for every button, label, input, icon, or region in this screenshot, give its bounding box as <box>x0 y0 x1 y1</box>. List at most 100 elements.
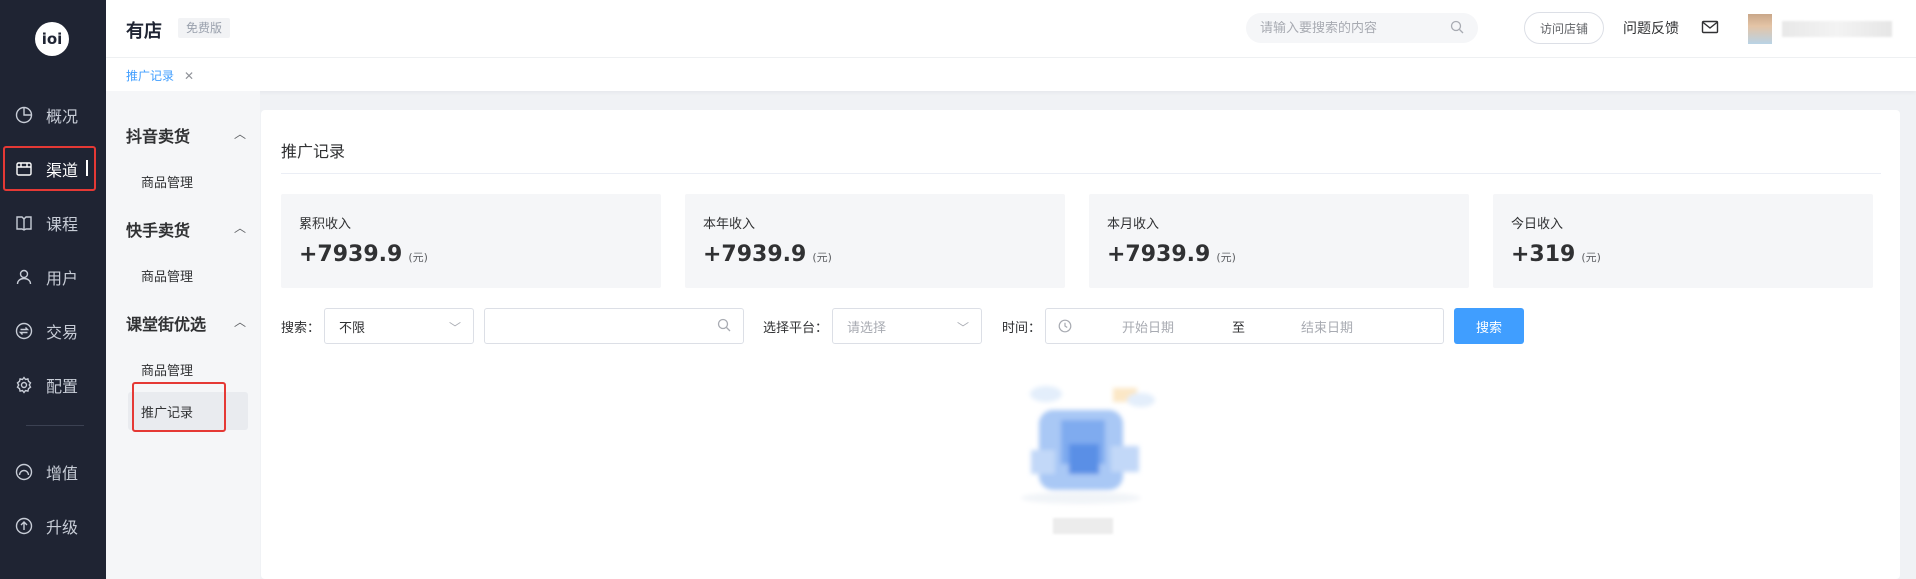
stat-label: 本月收入 <box>1107 217 1160 232</box>
global-search-input[interactable] <box>1260 20 1450 36</box>
sidebar-item-douyin-products[interactable]: 商品管理 <box>141 172 193 191</box>
chevron-down-icon: ﹀ <box>956 321 969 335</box>
sidebar-group-douyin[interactable]: 抖音卖货 ︿ <box>126 123 246 147</box>
stat-value: +319 (元) <box>1511 242 1601 267</box>
secondary-nav: 增值 升级 <box>0 445 106 553</box>
stat-card-total-income: 累积收入 +7939.9 (元) <box>281 194 661 288</box>
channel-sidebar: 抖音卖货 ︿ 商品管理 快手卖货 ︿ 商品管理 课堂街优选 ︿ 商品管理 推广记… <box>106 91 260 579</box>
date-range-picker[interactable]: 开始日期 至 结束日期 <box>1045 308 1444 344</box>
app-logo[interactable]: ioi <box>35 22 69 56</box>
gauge-icon <box>14 462 34 482</box>
end-date-placeholder[interactable]: 结束日期 <box>1301 317 1353 336</box>
main-content-card: 推广记录 累积收入 +7939.9 (元) 本年收入 +7939.9 (元) 本月收… <box>261 110 1900 579</box>
empty-state-illustration <box>1021 386 1155 504</box>
sidebar-group-ketangjie[interactable]: 课堂街优选 ︿ <box>126 311 246 335</box>
plan-badge: 免费版 <box>178 18 231 38</box>
platform-select[interactable]: 请选择 ﹀ <box>832 308 982 344</box>
stat-card-year-income: 本年收入 +7939.9 (元) <box>685 194 1065 288</box>
search-type-select[interactable]: 不限 ﹀ <box>324 308 474 344</box>
chevron-up-icon: ︿ <box>233 221 246 235</box>
sidebar-group-title: 抖音卖货 <box>126 127 191 146</box>
nav-item-label: 增值 <box>46 464 79 483</box>
nav-item-trade[interactable]: 交易 <box>0 304 106 358</box>
clock-icon <box>1058 319 1072 333</box>
user-name-blurred[interactable] <box>1782 21 1892 37</box>
stat-label: 累积收入 <box>299 217 352 232</box>
chevron-up-icon: ︿ <box>233 315 246 329</box>
visit-store-button[interactable]: 访问店铺 <box>1524 12 1604 44</box>
empty-state-text-blurred <box>1053 518 1113 534</box>
nav-item-upgrade[interactable]: 升级 <box>0 499 106 553</box>
platform-placeholder: 请选择 <box>847 320 887 336</box>
book-icon <box>14 213 34 233</box>
global-search[interactable] <box>1246 13 1478 43</box>
chevron-up-icon: ︿ <box>233 127 246 141</box>
sidebar-group-title: 课堂街优选 <box>126 315 207 334</box>
search-button[interactable]: 搜索 <box>1454 308 1524 344</box>
keyword-input[interactable] <box>484 308 744 344</box>
nav-divider <box>26 425 84 426</box>
nav-item-label: 概况 <box>46 107 79 126</box>
stat-value: +7939.9 (元) <box>299 242 428 267</box>
annotation-highlight-box <box>132 382 226 432</box>
pie-chart-icon <box>14 105 34 125</box>
platform-label: 选择平台： <box>763 321 829 336</box>
brand-name: 有店 <box>126 21 162 42</box>
stat-amount: +7939.9 <box>299 242 403 267</box>
stat-value: +7939.9 (元) <box>1107 242 1236 267</box>
nav-item-label: 课程 <box>46 215 79 234</box>
avatar[interactable] <box>1748 14 1772 44</box>
search-type-value: 不限 <box>339 320 366 336</box>
active-indicator <box>86 160 88 176</box>
time-label: 时间： <box>1002 321 1042 336</box>
sidebar-item-kuaishou-products[interactable]: 商品管理 <box>141 266 193 285</box>
page-tabs: 推广记录 ✕ <box>106 58 1916 91</box>
gear-icon <box>14 375 34 395</box>
stat-unit: (元) <box>1216 251 1236 264</box>
mail-icon[interactable] <box>1700 17 1720 37</box>
sidebar-group-title: 快手卖货 <box>126 221 191 240</box>
nav-item-label: 配置 <box>46 377 79 396</box>
stat-label: 本年收入 <box>703 217 756 232</box>
page-title: 推广记录 <box>281 142 346 161</box>
nav-item-channel[interactable]: 渠道 <box>0 142 106 196</box>
tab-promotion-record[interactable]: 推广记录 ✕ <box>126 67 194 84</box>
arrow-up-circle-icon <box>14 516 34 536</box>
nav-item-config[interactable]: 配置 <box>0 358 106 412</box>
date-range-separator: 至 <box>1232 320 1246 336</box>
search-label: 搜索： <box>281 321 321 336</box>
nav-item-label: 升级 <box>46 518 79 537</box>
user-icon <box>14 267 34 287</box>
start-date-placeholder[interactable]: 开始日期 <box>1122 317 1232 336</box>
main-navigation-rail: ioi 概况 渠道 课程 用户 交易 配置 增值 升级 <box>0 0 106 579</box>
stat-unit: (元) <box>1581 251 1601 264</box>
primary-nav: 概况 渠道 课程 用户 交易 配置 <box>0 88 106 412</box>
feedback-link[interactable]: 问题反馈 <box>1623 18 1679 38</box>
search-icon[interactable] <box>717 318 731 336</box>
nav-item-course[interactable]: 课程 <box>0 196 106 250</box>
stat-unit: (元) <box>408 251 428 264</box>
stat-card-month-income: 本月收入 +7939.9 (元) <box>1089 194 1469 288</box>
annotation-highlight-box <box>3 146 96 191</box>
stat-amount: +319 <box>1511 242 1576 267</box>
nav-item-overview[interactable]: 概况 <box>0 88 106 142</box>
nav-item-label: 用户 <box>46 269 79 288</box>
nav-item-user[interactable]: 用户 <box>0 250 106 304</box>
stat-value: +7939.9 (元) <box>703 242 832 267</box>
stat-card-today-income: 今日收入 +319 (元) <box>1493 194 1873 288</box>
stat-unit: (元) <box>812 251 832 264</box>
chevron-down-icon: ﹀ <box>448 321 461 335</box>
close-icon[interactable]: ✕ <box>184 69 194 83</box>
top-header: 有店 免费版 访问店铺 问题反馈 <box>106 0 1916 58</box>
nav-item-label: 交易 <box>46 323 79 342</box>
nav-item-value-added[interactable]: 增值 <box>0 445 106 499</box>
title-divider <box>281 173 1881 174</box>
stat-amount: +7939.9 <box>1107 242 1211 267</box>
search-icon[interactable] <box>1450 19 1464 38</box>
tab-label: 推广记录 <box>126 69 175 83</box>
sidebar-group-kuaishou[interactable]: 快手卖货 ︿ <box>126 217 246 241</box>
stat-label: 今日收入 <box>1511 217 1564 232</box>
stat-amount: +7939.9 <box>703 242 807 267</box>
exchange-icon <box>14 321 34 341</box>
sidebar-item-ketangjie-products[interactable]: 商品管理 <box>141 360 193 379</box>
